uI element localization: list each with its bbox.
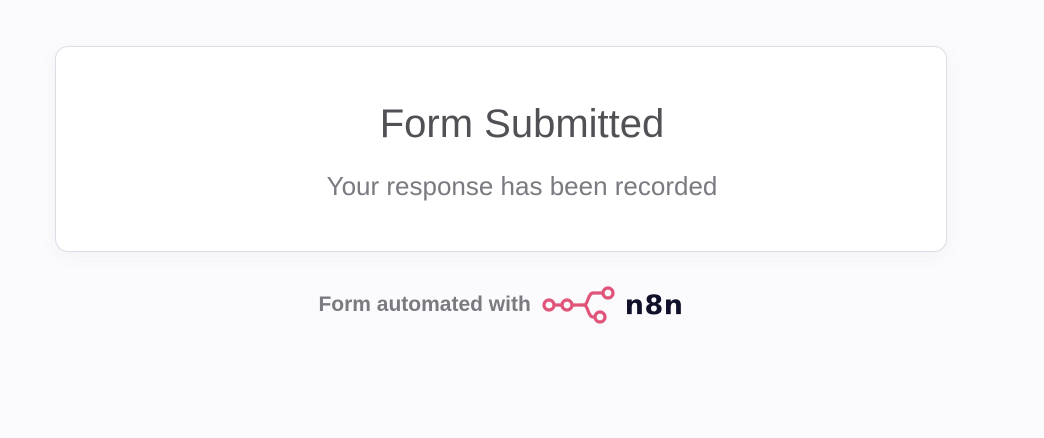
- n8n-brand-name: n8n: [624, 289, 684, 321]
- n8n-logo-icon: [541, 283, 617, 327]
- page-title: Form Submitted: [379, 102, 665, 146]
- confirmation-card: [55, 46, 947, 252]
- footer-text: Form automated with: [318, 293, 531, 316]
- confirmation-message: Your response has been recorded: [326, 171, 718, 201]
- n8n-brand-link[interactable]: n8n: [541, 283, 684, 327]
- footer: Form automated with n8n: [0, 283, 1002, 327]
